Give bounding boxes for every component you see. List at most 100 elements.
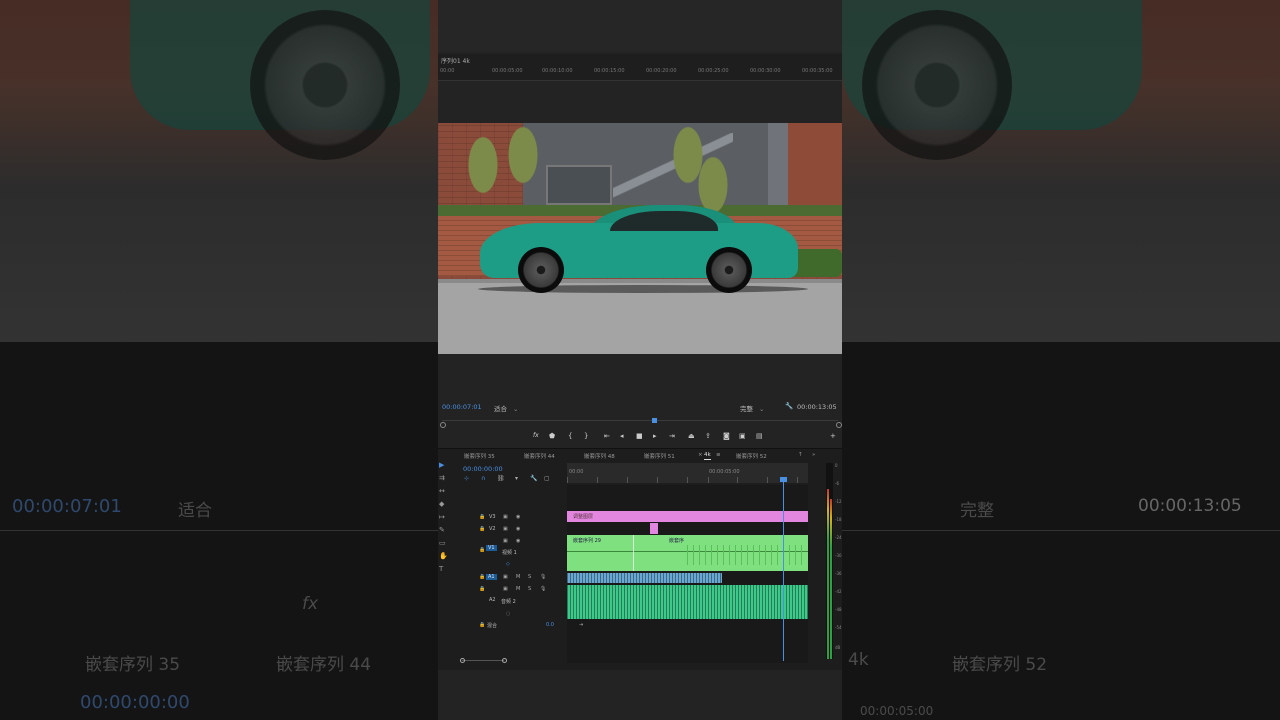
eye-icon[interactable]: ◉ [516,526,520,532]
lock-icon[interactable]: 🔒 [479,586,485,592]
meter-label: -18 [835,517,842,522]
eye-icon[interactable]: ◉ [516,538,520,544]
tab-4k[interactable]: 4k [704,452,711,460]
timeline-ruler[interactable]: 00:00 00:00:05:00 [567,463,808,483]
clip-adjustment-layer[interactable]: 调整图层 [567,511,808,522]
clip-small-v2[interactable] [650,523,658,534]
add-marker-icon[interactable]: ▾ [515,475,518,482]
ripple-edit-icon[interactable]: ↔ [439,487,445,495]
hand-tool-icon[interactable]: ✋ [439,552,448,560]
program-current-timecode[interactable]: 00:00:07:01 [442,403,482,411]
mark-in-icon[interactable]: { [568,432,572,440]
keyframe-icon[interactable]: ◇ [506,561,510,567]
marker-icon[interactable]: ⬟ [549,432,555,440]
linked-selection-icon[interactable]: ⛓ [497,475,505,482]
add-button-icon[interactable]: + [830,432,836,440]
solo-icon[interactable]: S [528,574,531,580]
sync-icon[interactable]: ▣ [503,514,508,520]
go-to-out-icon[interactable]: ⇥ [669,432,675,440]
meter-label: -30 [835,553,842,558]
backdrop-tl-timecode: 00:00:00:00 [80,692,190,713]
clip-audio-a1[interactable] [567,573,722,583]
selection-tool-icon[interactable]: ▶ [439,461,444,469]
lock-icon[interactable]: 🔒 [479,526,485,532]
track-header-v3: 🔒 V3 ▣ ◉ [454,513,564,523]
timeline-timecode[interactable]: 00:00:00:00 [463,465,503,473]
camera-icon[interactable]: ◙ [723,432,730,440]
tab-nested-44[interactable]: 嵌套序列 44 [524,452,555,460]
stop-icon[interactable]: ■ [636,432,643,440]
in-point-handle[interactable] [440,422,446,428]
step-back-icon[interactable]: ◂ [620,432,624,440]
fit-dropdown[interactable]: 适合 [494,403,518,413]
program-monitor-frame[interactable] [438,123,842,354]
out-point-handle[interactable] [836,422,842,428]
slip-tool-icon[interactable]: ↦ [439,513,445,521]
razor-icon[interactable]: ◆ [439,500,444,508]
close-icon[interactable]: × [698,452,703,458]
program-scrub-bar[interactable] [440,418,842,428]
program-playhead[interactable] [652,418,657,423]
zoom-handle-left[interactable] [460,658,465,663]
ruler-tick: 00:00:20:00 [646,68,677,74]
zoom-handle-right[interactable] [502,658,507,663]
clip-nested-sequence[interactable]: 嵌套序列 29 嵌套序 [567,535,808,571]
tab-nested-48[interactable]: 嵌套序列 48 [584,452,615,460]
sync-icon[interactable]: ▣ [503,526,508,532]
pen-tool-icon[interactable]: ✎ [439,526,445,534]
tab-nested-51[interactable]: 嵌套序列 51 [644,452,675,460]
mute-icon[interactable]: M [516,574,520,580]
captions-icon[interactable]: ▢ [544,475,550,482]
mic-icon[interactable]: 🎙 [540,586,546,592]
lock-icon[interactable]: 🔒 [479,574,485,580]
meter-label: -6 [835,481,839,486]
extract-icon[interactable]: ⇪ [705,432,711,440]
wrench-icon[interactable]: 🔧 [785,402,793,410]
lift-icon[interactable]: ⏏ [688,432,695,440]
timeline-playhead[interactable] [780,477,787,661]
lock-icon[interactable]: 🔒 [479,514,485,520]
menu-icon[interactable]: ≡ [716,452,721,458]
solo-icon[interactable]: S [528,586,531,592]
fx-icon[interactable]: fx [533,432,539,439]
settings-wrench-icon[interactable]: 🔧 [530,475,537,482]
tab-nested-35[interactable]: 嵌套序列 35 [464,452,495,460]
backdrop-fit: 适合 [178,501,212,521]
pin-icon[interactable]: ↑ [798,452,803,458]
track-select-icon[interactable]: ⇉ [439,474,445,482]
clip-audio-a2[interactable] [567,585,808,619]
sync-icon[interactable]: ▣ [503,586,508,592]
compare-icon[interactable]: ▣ [739,432,746,440]
mark-out-icon[interactable]: } [584,432,588,440]
spacer [438,81,842,123]
quality-dropdown[interactable]: 完整 [740,403,764,413]
meter-label: -24 [835,535,842,540]
overlay-icon[interactable]: ▤ [756,432,763,440]
sync-icon[interactable]: ▣ [503,574,508,580]
track-label-a1[interactable]: A1 [486,574,497,580]
scene-ground [438,283,842,354]
audio-waveform [567,573,722,583]
edit-point[interactable] [633,535,634,571]
tab-nested-52[interactable]: 嵌套序列 52 [736,452,767,460]
sync-icon[interactable]: ▣ [503,538,508,544]
overflow-icon[interactable]: » [812,452,815,458]
program-duration: 00:00:13:05 [797,403,837,411]
master-volume[interactable]: 0.0 [546,622,554,628]
volume-knob-icon[interactable]: ◌ [506,611,510,617]
snap-icon[interactable]: ∩ [481,475,485,482]
go-to-in-icon[interactable]: ⇤ [604,432,610,440]
lock-icon[interactable]: 🔒 [479,547,485,553]
source-ruler[interactable]: 序列01 4k 00:00 00:00:05:00 00:00:10:00 00… [438,54,842,81]
type-tool-icon[interactable]: T [439,565,443,573]
lock-icon[interactable]: 🔒 [479,622,485,628]
track-label-v1[interactable]: V1 [486,545,497,551]
timeline-zoom-scrollbar[interactable] [460,658,507,663]
mute-icon[interactable]: M [516,586,520,592]
nest-icon[interactable]: ⊹ [464,475,469,482]
rectangle-tool-icon[interactable]: ▭ [439,539,446,547]
transport-bar: fx ⬟ { } ⇤ ◂ ■ ▸ ⇥ ⏏ ⇪ ◙ ▣ ▤ + [438,432,842,444]
step-forward-icon[interactable]: ▸ [653,432,657,440]
mic-icon[interactable]: 🎙 [540,574,546,580]
eye-icon[interactable]: ◉ [516,514,520,520]
